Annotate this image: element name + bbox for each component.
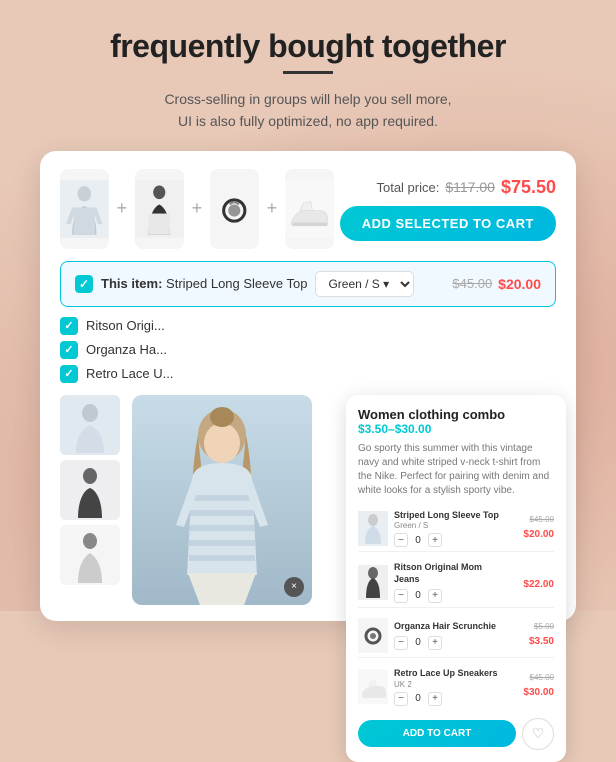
combo-items-list: Striped Long Sleeve Top Green / S − 0 + …	[358, 506, 554, 710]
combo-item-price-3: $5.00 $3.50	[514, 622, 554, 649]
combo-new-price-1: $20.00	[523, 529, 554, 540]
combo-item-info-4: Retro Lace Up Sneakers UK 2 − 0 +	[394, 668, 508, 706]
combo-item-thumb-3	[358, 618, 388, 653]
combo-old-price-1: $45.00	[514, 515, 554, 524]
small-thumb-1	[60, 395, 120, 455]
combo-item-info-1: Striped Long Sleeve Top Green / S − 0 +	[394, 510, 508, 548]
combo-item-info-3: Organza Hair Scrunchie − 0 +	[394, 621, 508, 650]
combo-item-name-1: Striped Long Sleeve Top	[394, 510, 508, 522]
overlay-footer: ADD TO CART ♡	[358, 718, 554, 750]
list-item-name-1: Ritson Origi...	[86, 318, 165, 333]
combo-item-variant-4: UK 2	[394, 680, 508, 689]
qty-value-4: 0	[411, 693, 425, 704]
combo-item-price-4: $45.00 $30.00	[514, 673, 554, 700]
combo-price-range: $3.50–$30.00	[358, 422, 554, 436]
combo-item-info-2: Ritson Original Mom Jeans − 0 +	[394, 562, 508, 602]
combo-item-price-2: $22.00	[514, 574, 554, 592]
plus-icon-1: +	[115, 198, 130, 219]
bottom-area: × Women clothing combo $3.50–$30.00 Go s…	[60, 395, 556, 605]
combo-item: Organza Hair Scrunchie − 0 + $5.00 $3.50	[358, 614, 554, 658]
combo-item-thumb-4	[358, 669, 388, 704]
combo-old-price-4: $45.00	[514, 673, 554, 682]
selected-checkbox[interactable]	[75, 275, 93, 293]
overlay-add-to-cart-button[interactable]: ADD TO CART	[358, 720, 516, 747]
list-checkbox-2[interactable]	[60, 341, 78, 359]
selected-new-price: $20.00	[498, 276, 541, 292]
plus-icon-3: +	[265, 198, 280, 219]
combo-item-price-1: $45.00 $20.00	[514, 515, 554, 542]
product-images-column	[60, 395, 122, 605]
item-list: Ritson Origi... Organza Ha... Retro Lace…	[60, 317, 556, 383]
qty-value-1: 0	[411, 535, 425, 546]
combo-item-qty-4: − 0 +	[394, 692, 508, 706]
list-item: Ritson Origi...	[60, 317, 556, 335]
main-product-image: ×	[132, 395, 312, 605]
selected-item-row: This item: Striped Long Sleeve Top Green…	[60, 261, 556, 307]
product-thumb-3	[210, 169, 259, 249]
combo-item-name-4: Retro Lace Up Sneakers	[394, 668, 508, 680]
products-row: + + +	[60, 169, 556, 249]
qty-minus-4[interactable]: −	[394, 692, 408, 706]
small-thumb-2	[60, 460, 120, 520]
list-checkbox-1[interactable]	[60, 317, 78, 335]
heart-icon: ♡	[532, 725, 545, 742]
product-thumb-2	[135, 169, 184, 249]
list-item: Organza Ha...	[60, 341, 556, 359]
overlay-card: Women clothing combo $3.50–$30.00 Go spo…	[346, 395, 566, 762]
combo-item-qty-2: − 0 +	[394, 589, 508, 603]
plus-icon-2: +	[190, 198, 205, 219]
old-total-price: $117.00	[445, 179, 495, 195]
qty-value-2: 0	[411, 590, 425, 601]
price-cart-area: Total price: $117.00 $75.50 ADD SELECTED…	[340, 177, 556, 241]
product-thumb-4	[285, 169, 334, 249]
title-underline	[283, 71, 333, 74]
product-thumb-1	[60, 169, 109, 249]
selected-item-label: This item: Striped Long Sleeve Top	[101, 276, 307, 291]
qty-plus-3[interactable]: +	[428, 636, 442, 650]
selected-old-price: $45.00	[452, 276, 492, 291]
total-label: Total price:	[376, 180, 439, 195]
list-item-name-2: Organza Ha...	[86, 342, 167, 357]
wishlist-button[interactable]: ♡	[522, 718, 554, 750]
combo-item: Retro Lace Up Sneakers UK 2 − 0 + $45.00…	[358, 664, 554, 710]
combo-item-variant-1: Green / S	[394, 521, 508, 530]
total-price-row: Total price: $117.00 $75.50	[376, 177, 556, 198]
qty-plus-1[interactable]: +	[428, 533, 442, 547]
combo-item-name-2: Ritson Original Mom Jeans	[394, 562, 508, 585]
qty-plus-4[interactable]: +	[428, 692, 442, 706]
combo-item-thumb-2	[358, 565, 388, 600]
combo-new-price-4: $30.00	[523, 687, 554, 698]
list-checkbox-3[interactable]	[60, 365, 78, 383]
combo-new-price-2: $22.00	[523, 579, 554, 590]
list-item-name-3: Retro Lace U...	[86, 366, 173, 381]
main-card: + + +	[40, 151, 576, 621]
add-selected-to-cart-button[interactable]: ADD SELECTED TO CART	[340, 206, 556, 241]
combo-description: Go sporty this summer with this vintage …	[358, 442, 554, 498]
qty-value-3: 0	[411, 637, 425, 648]
combo-item-name-3: Organza Hair Scrunchie	[394, 621, 508, 633]
combo-title: Women clothing combo	[358, 407, 554, 422]
page-title: frequently bought together	[110, 28, 506, 65]
qty-plus-2[interactable]: +	[428, 589, 442, 603]
new-total-price: $75.50	[501, 177, 556, 198]
list-item: Retro Lace U...	[60, 365, 556, 383]
page-subtitle: Cross-selling in groups will help you se…	[164, 88, 451, 133]
close-image-button[interactable]: ×	[284, 577, 304, 597]
combo-item: Ritson Original Mom Jeans − 0 + $22.00	[358, 558, 554, 607]
qty-minus-3[interactable]: −	[394, 636, 408, 650]
qty-minus-1[interactable]: −	[394, 533, 408, 547]
small-thumb-3	[60, 525, 120, 585]
combo-item: Striped Long Sleeve Top Green / S − 0 + …	[358, 506, 554, 553]
selected-item-prices: $45.00 $20.00	[452, 276, 541, 292]
combo-new-price-3: $3.50	[529, 636, 554, 647]
combo-item-thumb-1	[358, 511, 388, 546]
combo-item-qty-3: − 0 +	[394, 636, 508, 650]
variant-select[interactable]: Green / S ▾ Green / M Blue / S	[315, 271, 414, 297]
combo-item-qty-1: − 0 +	[394, 533, 508, 547]
qty-minus-2[interactable]: −	[394, 589, 408, 603]
combo-old-price-3: $5.00	[514, 622, 554, 631]
